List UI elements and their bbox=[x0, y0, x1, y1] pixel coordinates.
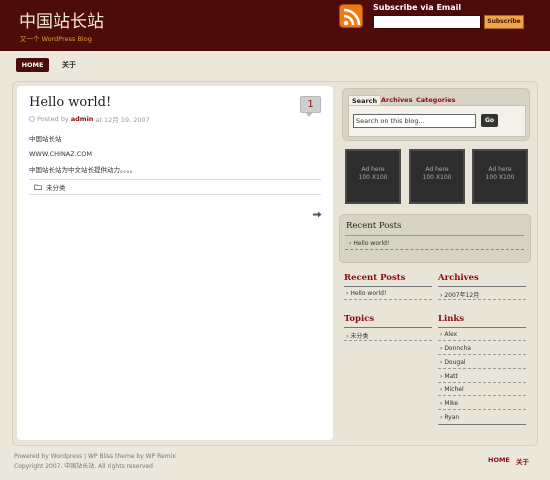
ad-size: 100 X100 bbox=[358, 174, 388, 181]
blogroll-link[interactable]: Dougal bbox=[444, 359, 465, 366]
site-tagline: 又一个 WordPress Blog bbox=[20, 35, 92, 43]
footer-copyright: Copyright 2007. 中国站长站. All rights reserv… bbox=[14, 463, 153, 470]
ad-slot-2[interactable]: Ad here 100 X100 bbox=[409, 149, 465, 204]
divider bbox=[344, 340, 432, 341]
post-category-bar: 未分类 bbox=[29, 179, 321, 195]
blogroll-link[interactable]: Alex bbox=[444, 331, 457, 338]
link-item[interactable]: › Alex bbox=[440, 331, 457, 338]
site-title[interactable]: 中国站长站 bbox=[19, 7, 104, 32]
recent-posts-box-title: Recent Posts bbox=[346, 221, 402, 231]
nav-about[interactable]: 关于 bbox=[62, 58, 76, 72]
link-item[interactable]: › Donncha bbox=[440, 345, 471, 352]
blogroll-link[interactable]: Ryan bbox=[444, 414, 459, 421]
folder-icon bbox=[34, 184, 42, 190]
post-meta: Posted by admin at 12月 19, 2007 bbox=[29, 114, 150, 124]
archive-link[interactable]: 2007年12月 bbox=[444, 292, 479, 299]
divider bbox=[344, 327, 432, 328]
recent-post-link[interactable]: Hello world! bbox=[350, 290, 386, 297]
blogroll-link[interactable]: Mike bbox=[444, 400, 458, 407]
tab-categories[interactable]: Categories bbox=[416, 95, 456, 105]
divider bbox=[438, 286, 526, 287]
clock-icon bbox=[29, 116, 35, 122]
divider bbox=[344, 299, 432, 300]
recent-post-link[interactable]: Hello world! bbox=[353, 240, 389, 247]
ad-size: 100 X100 bbox=[422, 174, 452, 181]
divider bbox=[438, 424, 526, 425]
divider bbox=[344, 286, 432, 287]
topics-title: Topics bbox=[344, 314, 375, 324]
divider bbox=[438, 409, 526, 410]
nav-home[interactable]: HOME bbox=[16, 58, 49, 72]
comment-count-badge[interactable]: 1 bbox=[300, 96, 321, 113]
ad-slot-3[interactable]: Ad here 100 X100 bbox=[472, 149, 528, 204]
rss-feed-icon[interactable] bbox=[339, 4, 363, 28]
footer-credits: Powered by Wordpress | WP Bliss theme by… bbox=[14, 453, 176, 460]
topic-item[interactable]: › 未分类 bbox=[346, 331, 368, 340]
post-body-line-2: WWW.CHINAZ.COM bbox=[29, 150, 93, 158]
divider bbox=[438, 327, 526, 328]
post-author-link[interactable]: admin bbox=[71, 115, 94, 123]
divider bbox=[438, 354, 526, 355]
subscribe-button[interactable]: Subscribe bbox=[484, 15, 524, 29]
subscribe-label: Subscribe via Email bbox=[373, 3, 462, 12]
ad-slot-1[interactable]: Ad here 100 X100 bbox=[345, 149, 401, 204]
link-item[interactable]: › Ryan bbox=[440, 414, 459, 421]
recent-posts-title: Recent Posts bbox=[344, 273, 406, 283]
tab-archives[interactable]: Archives bbox=[381, 95, 412, 105]
subscribe-email-input[interactable] bbox=[373, 15, 481, 29]
ad-text: Ad here bbox=[425, 166, 449, 173]
divider bbox=[438, 340, 526, 341]
blog-search-input[interactable]: Search on this blog... bbox=[353, 114, 476, 128]
topic-link[interactable]: 未分类 bbox=[350, 333, 368, 340]
search-go-button[interactable]: Go bbox=[481, 114, 498, 127]
divider bbox=[345, 249, 524, 250]
arrow-right-icon[interactable] bbox=[313, 211, 322, 218]
post-body-line-3: 中国站长站为中文站长提供动力。。。。 bbox=[29, 166, 137, 174]
link-item[interactable]: › Michel bbox=[440, 386, 464, 393]
link-item[interactable]: › Mike bbox=[440, 400, 458, 407]
post-date: at 12月 19, 2007 bbox=[95, 116, 150, 124]
post-content-area bbox=[17, 86, 333, 440]
link-item[interactable]: › Matt bbox=[440, 373, 458, 380]
archives-title: Archives bbox=[438, 273, 479, 283]
comment-bubble-tail bbox=[305, 112, 313, 117]
divider bbox=[438, 395, 526, 396]
meta-prefix: Posted by bbox=[37, 115, 69, 123]
ad-text: Ad here bbox=[488, 166, 512, 173]
blogroll-link[interactable]: Donncha bbox=[444, 345, 471, 352]
blogroll-link[interactable]: Matt bbox=[444, 373, 458, 380]
blogroll-link[interactable]: Michel bbox=[444, 386, 463, 393]
recent-posts-box-item[interactable]: › Hello world! bbox=[349, 240, 389, 247]
ad-text: Ad here bbox=[361, 166, 385, 173]
divider bbox=[438, 382, 526, 383]
link-item[interactable]: › Dougal bbox=[440, 359, 466, 366]
post-category-link[interactable]: 未分类 bbox=[46, 182, 66, 192]
post-title[interactable]: Hello world! bbox=[29, 95, 111, 110]
footer-nav-home[interactable]: HOME bbox=[488, 456, 510, 464]
links-title: Links bbox=[438, 314, 465, 324]
divider bbox=[438, 299, 526, 300]
post-body-line-1: 中国站长站 bbox=[29, 135, 62, 143]
tab-search[interactable]: Search bbox=[348, 95, 382, 105]
ad-size: 100 X100 bbox=[485, 174, 515, 181]
divider bbox=[438, 368, 526, 369]
footer-nav-about[interactable]: 关于 bbox=[516, 456, 529, 466]
divider bbox=[345, 235, 524, 236]
recent-post-item[interactable]: › Hello world! bbox=[346, 290, 386, 297]
archive-item[interactable]: › 2007年12月 bbox=[440, 290, 479, 299]
